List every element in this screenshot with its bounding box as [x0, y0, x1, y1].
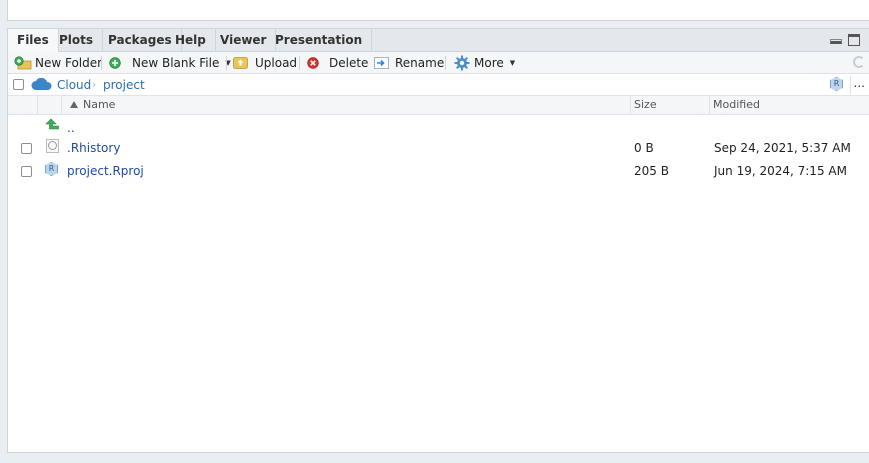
- column-divider: [61, 96, 62, 114]
- delete-label: Delete: [329, 56, 369, 70]
- select-all-checkbox[interactable]: [13, 79, 24, 90]
- source-pane-bottom-edge: [7, 0, 869, 21]
- rproj-file-icon: R: [45, 162, 58, 176]
- table-row: .Rhistory 0 B Sep 24, 2021, 5:37 AM: [8, 137, 869, 159]
- minimize-pane-icon[interactable]: [830, 39, 842, 44]
- toolbar-divider: [226, 56, 227, 70]
- parent-directory-link[interactable]: ..: [67, 121, 75, 135]
- upload-button[interactable]: Upload: [233, 52, 297, 74]
- file-size: 0 B: [634, 141, 654, 155]
- rename-label: Rename: [395, 56, 445, 70]
- maximize-pane-icon[interactable]: [848, 34, 860, 46]
- sort-ascending-icon[interactable]: [70, 101, 78, 108]
- file-list-header: Name Size Modified: [8, 96, 869, 115]
- breadcrumb-divider: [850, 76, 851, 94]
- up-arrow-icon: [45, 118, 59, 130]
- file-modified: Sep 24, 2021, 5:37 AM: [714, 141, 851, 155]
- column-divider: [709, 96, 710, 114]
- delete-icon: [307, 57, 319, 69]
- files-toolbar: New Folder New Blank File ▼ Upload Delet…: [8, 52, 869, 74]
- row-checkbox[interactable]: [21, 143, 32, 154]
- go-to-project-icon[interactable]: R: [830, 77, 843, 91]
- chevron-down-icon: ▼: [509, 59, 516, 67]
- more-label: More: [474, 56, 504, 70]
- tab-help[interactable]: Help: [166, 29, 216, 51]
- new-folder-button[interactable]: New Folder: [14, 52, 102, 74]
- pane-tab-bar: Files Plots Packages Help Viewer Present…: [8, 29, 869, 52]
- new-blank-file-button[interactable]: New Blank File ▼: [109, 52, 231, 74]
- new-blank-file-label: New Blank File: [132, 56, 220, 70]
- column-header-size[interactable]: Size: [634, 98, 657, 111]
- file-name-link[interactable]: .Rhistory: [67, 141, 120, 155]
- tab-plots[interactable]: Plots: [50, 29, 104, 51]
- add-file-icon: [109, 57, 121, 69]
- cloud-icon[interactable]: [31, 77, 53, 91]
- refresh-icon[interactable]: [853, 56, 865, 68]
- gear-icon: [454, 55, 470, 71]
- rename-icon: [374, 57, 389, 69]
- row-checkbox[interactable]: [21, 166, 32, 177]
- toolbar-divider: [445, 56, 446, 70]
- breadcrumb-separator: ›: [92, 78, 97, 91]
- more-options-button[interactable]: ...: [854, 76, 865, 90]
- breadcrumb-project[interactable]: project: [103, 78, 145, 92]
- new-folder-icon: [14, 56, 32, 70]
- rhistory-file-icon: [46, 139, 59, 153]
- file-size: 205 B: [634, 164, 669, 178]
- upload-label: Upload: [255, 56, 298, 70]
- breadcrumb-cloud[interactable]: Cloud: [57, 78, 91, 92]
- breadcrumb: Cloud › project R ...: [8, 74, 869, 96]
- rename-button[interactable]: Rename: [374, 52, 444, 74]
- table-row: R project.Rproj 205 B Jun 19, 2024, 7:15…: [8, 160, 869, 182]
- parent-directory-row[interactable]: ..: [8, 116, 869, 138]
- tab-presentation[interactable]: Presentation: [266, 29, 373, 51]
- column-header-name[interactable]: Name: [83, 98, 115, 111]
- toolbar-divider: [101, 56, 102, 70]
- new-folder-label: New Folder: [35, 56, 103, 70]
- column-header-modified[interactable]: Modified: [713, 98, 760, 111]
- file-modified: Jun 19, 2024, 7:15 AM: [714, 164, 847, 178]
- upload-icon: [233, 57, 248, 69]
- delete-button[interactable]: Delete: [307, 52, 368, 74]
- more-button[interactable]: More ▼: [454, 52, 515, 74]
- file-name-link[interactable]: project.Rproj: [67, 164, 144, 178]
- files-pane: Files Plots Packages Help Viewer Present…: [7, 28, 869, 453]
- toolbar-divider: [299, 56, 300, 70]
- column-divider: [630, 96, 631, 114]
- column-divider: [37, 96, 38, 114]
